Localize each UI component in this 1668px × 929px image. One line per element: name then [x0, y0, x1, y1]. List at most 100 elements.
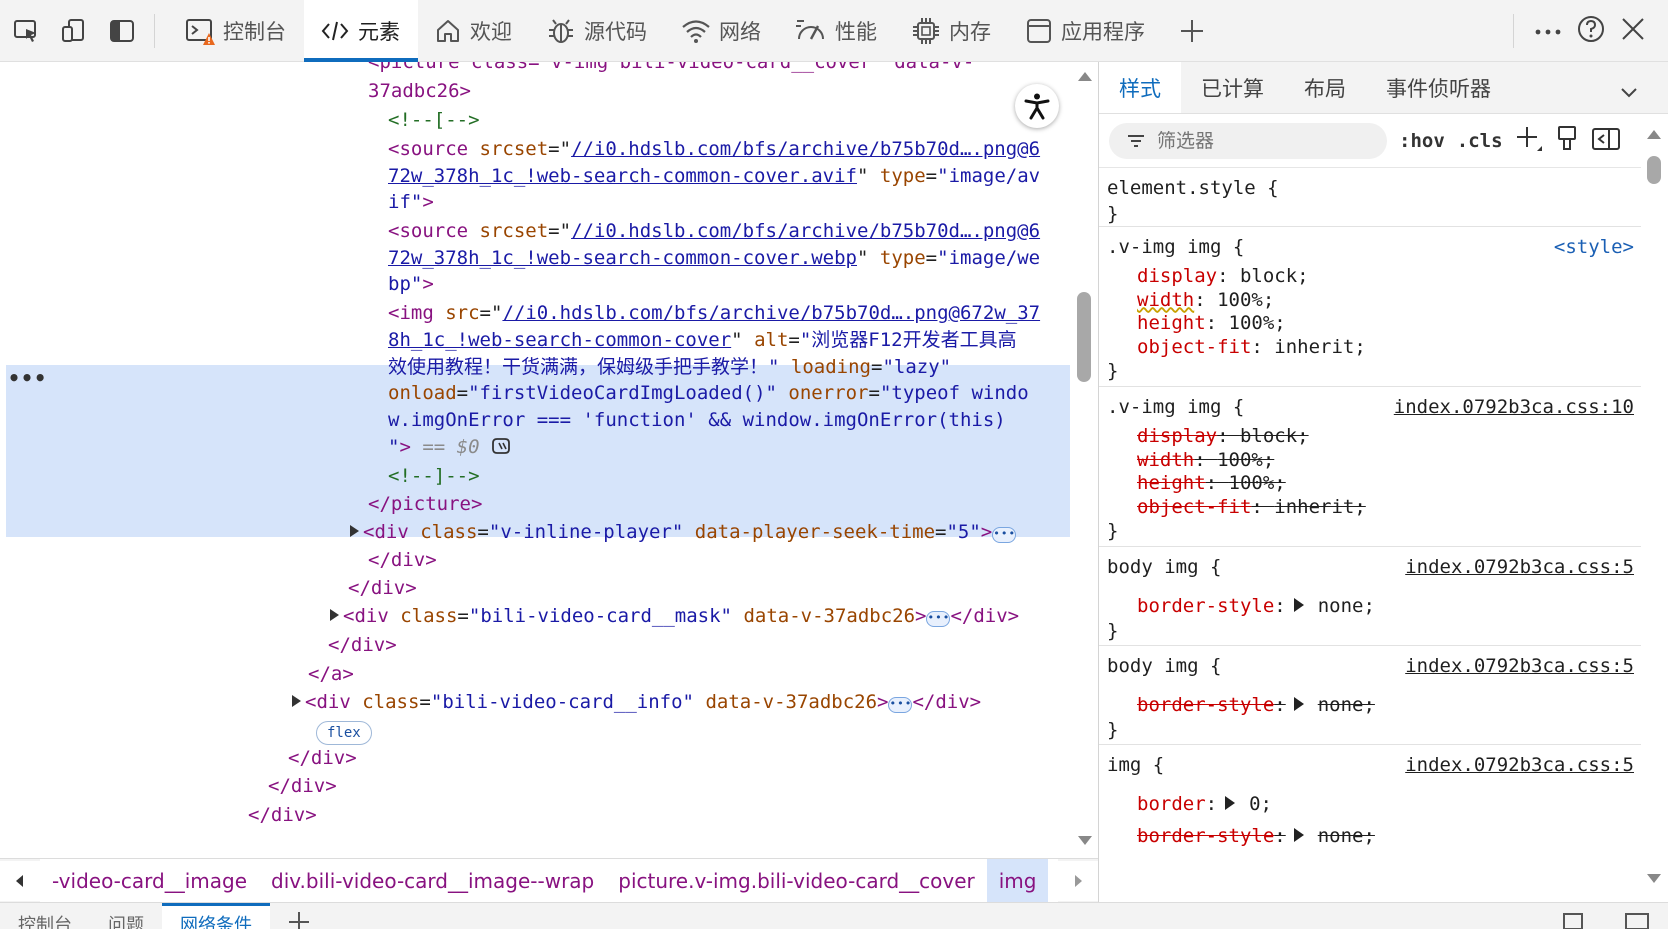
breadcrumb-scroll-left[interactable] [0, 860, 40, 901]
add-tool-button[interactable] [1163, 0, 1223, 62]
dom-line[interactable]: </div> [268, 772, 1072, 801]
scroll-up-icon[interactable] [1647, 130, 1661, 139]
css-property-name[interactable]: width [1137, 289, 1194, 311]
img-src-link[interactable]: //i0.hdslb.com/bfs/archive/b75b70d….png@… [502, 302, 1040, 324]
tab-event-listeners[interactable]: 事件侦听器 [1366, 62, 1511, 113]
dom-line-selected[interactable]: "> == $0 [388, 433, 1072, 462]
help-icon[interactable] [1576, 14, 1606, 48]
scroll-down-icon[interactable] [1078, 836, 1092, 845]
new-style-rule-icon[interactable] [1515, 125, 1543, 157]
toggle-computed-sidebar-icon[interactable] [1591, 126, 1621, 156]
inspect-element-icon[interactable] [4, 9, 48, 53]
dom-line-selected[interactable]: w.imgOnError === 'function' && window.im… [388, 406, 1072, 435]
close-icon[interactable] [1620, 16, 1646, 46]
css-property-value[interactable]: 100%; [1217, 449, 1274, 471]
collapsed-content-ellipsis[interactable]: ••• [888, 697, 913, 713]
expand-shorthand-icon[interactable] [1293, 827, 1304, 842]
css-declaration-overridden[interactable]: display: block; [1107, 425, 1634, 449]
srcset-link[interactable]: 72w_378h_1c_!web-search-common-cover.avi… [388, 165, 857, 187]
collapsed-content-ellipsis[interactable]: ••• [926, 611, 951, 627]
expand-shorthand-icon[interactable] [1293, 697, 1304, 711]
styles-filter[interactable] [1109, 122, 1387, 159]
srcset-link[interactable]: 72w_378h_1c_!web-search-common-cover.web… [388, 247, 857, 269]
filter-input[interactable] [1157, 129, 1357, 152]
css-declaration-overridden[interactable]: height: 100%; [1107, 472, 1634, 496]
dom-line[interactable]: <div class="bili-video-card__mask" data-… [330, 602, 1072, 631]
css-property-name[interactable]: border-style [1137, 694, 1274, 716]
dom-line[interactable]: <source srcset="//i0.hdslb.com/bfs/archi… [388, 217, 1072, 246]
tab-performance[interactable]: 性能 [779, 0, 895, 62]
chevron-down-icon[interactable] [1620, 80, 1638, 104]
dom-line[interactable]: </a> [308, 660, 1072, 689]
rule-source-link[interactable]: index.0792b3ca.css:5 [1405, 652, 1634, 680]
css-property-name[interactable]: width [1137, 449, 1194, 471]
dom-line-selected[interactable]: 8h_1c_!web-search-common-cover" alt="浏览器… [388, 326, 1072, 355]
rule-source-link[interactable]: index.0792b3ca.css:5 [1405, 751, 1634, 779]
dom-line[interactable]: bp"> [388, 270, 1072, 299]
css-declaration-overridden[interactable]: border-style: none; [1107, 825, 1634, 849]
tab-welcome[interactable]: 欢迎 [418, 0, 530, 62]
scroll-down-icon[interactable] [1647, 874, 1661, 883]
style-rule[interactable]: .v-img img { index.0792b3ca.css:10 displ… [1099, 387, 1642, 547]
tab-sources[interactable]: 源代码 [530, 0, 665, 62]
style-rule[interactable]: .v-img img { <style> display: block; wid… [1099, 227, 1642, 387]
css-property-name[interactable]: border-style [1137, 595, 1274, 617]
breadcrumb-item[interactable]: -video-card__image [40, 859, 259, 902]
more-options-icon[interactable] [1534, 22, 1562, 41]
accessibility-button[interactable] [1015, 84, 1059, 128]
undock-drawer-icon[interactable] [1544, 903, 1606, 929]
dom-line[interactable]: 72w_378h_1c_!web-search-common-cover.avi… [388, 162, 1072, 191]
dom-line[interactable]: <source srcset="//i0.hdslb.com/bfs/archi… [388, 135, 1072, 164]
css-property-value[interactable]: block; [1240, 265, 1309, 287]
copilot-icon[interactable] [491, 436, 513, 456]
css-declaration-overridden[interactable]: border-style: none; [1107, 694, 1634, 718]
css-property-value[interactable]: none; [1318, 595, 1375, 617]
rule-source-link[interactable]: index.0792b3ca.css:5 [1405, 553, 1634, 581]
toggle-sidebar-icon[interactable] [100, 9, 144, 53]
rule-source-link[interactable]: <style> [1554, 233, 1634, 261]
scroll-up-icon[interactable] [1078, 72, 1092, 81]
srcset-link[interactable]: //i0.hdslb.com/bfs/archive/b75b70d….png@… [571, 138, 1040, 160]
css-declaration-overridden[interactable]: width: 100%; [1107, 449, 1634, 473]
style-rule[interactable]: img { index.0792b3ca.css:5 border: 0; bor… [1099, 745, 1642, 865]
dom-line[interactable]: 72w_378h_1c_!web-search-common-cover.web… [388, 244, 1072, 273]
tab-memory[interactable]: 内存 [895, 0, 1009, 62]
drawer-tab-issues[interactable]: 问题 [90, 903, 162, 929]
tab-layout[interactable]: 布局 [1284, 62, 1366, 113]
tab-network[interactable]: 网络 [665, 0, 779, 62]
dom-line[interactable]: </picture> [368, 490, 1072, 519]
dom-line[interactable]: <div class="bili-video-card__info" data-… [292, 688, 1072, 717]
expand-shorthand-icon[interactable] [1225, 796, 1236, 810]
styles-scrollbar[interactable] [1641, 118, 1668, 902]
cls-toggle[interactable]: .cls [1457, 130, 1503, 152]
dom-line[interactable]: <!--]--> [388, 462, 1072, 491]
css-property-name[interactable]: border-style [1137, 825, 1274, 847]
drawer-tab-console[interactable]: 控制台 [0, 903, 90, 929]
dom-line-selected[interactable]: 效使用教程！干货满满，保姆级手把手教学！" loading="lazy" [388, 353, 1072, 382]
rule-selector[interactable]: element.style { [1107, 174, 1634, 202]
css-property-value[interactable]: none; [1318, 694, 1375, 716]
css-property-value[interactable]: none; [1318, 825, 1375, 847]
drawer-add-tab-button[interactable] [270, 903, 328, 929]
dom-line[interactable]: </div> [348, 574, 1072, 603]
css-property-value[interactable]: inherit; [1274, 336, 1366, 358]
dom-line[interactable]: </div> [288, 744, 1072, 773]
css-property-value[interactable]: 100%; [1229, 312, 1286, 334]
dom-line[interactable]: <!--[--> [388, 106, 1072, 135]
dom-line[interactable]: </div> [248, 801, 1072, 830]
tab-computed[interactable]: 已计算 [1181, 62, 1284, 113]
device-emulation-icon[interactable] [52, 9, 96, 53]
tab-styles[interactable]: 样式 [1099, 62, 1181, 113]
tab-application[interactable]: 应用程序 [1009, 0, 1163, 62]
style-rule[interactable]: element.style { } [1099, 168, 1642, 227]
expand-triangle-icon[interactable] [292, 695, 301, 707]
css-declaration[interactable]: border-style: none; [1107, 595, 1634, 619]
collapsed-content-ellipsis[interactable]: ••• [992, 527, 1017, 543]
css-property-value[interactable]: block; [1240, 425, 1309, 447]
style-rule[interactable]: body img { index.0792b3ca.css:5 border-s… [1099, 547, 1642, 646]
css-declaration[interactable]: border: 0; [1107, 793, 1634, 817]
scrollbar-thumb[interactable] [1647, 156, 1661, 184]
dom-line-selected[interactable]: onload="firstVideoCardImgLoaded()" onerr… [388, 379, 1072, 408]
tab-console[interactable]: 控制台 [169, 0, 304, 62]
css-property-value[interactable]: 100%; [1217, 289, 1274, 311]
